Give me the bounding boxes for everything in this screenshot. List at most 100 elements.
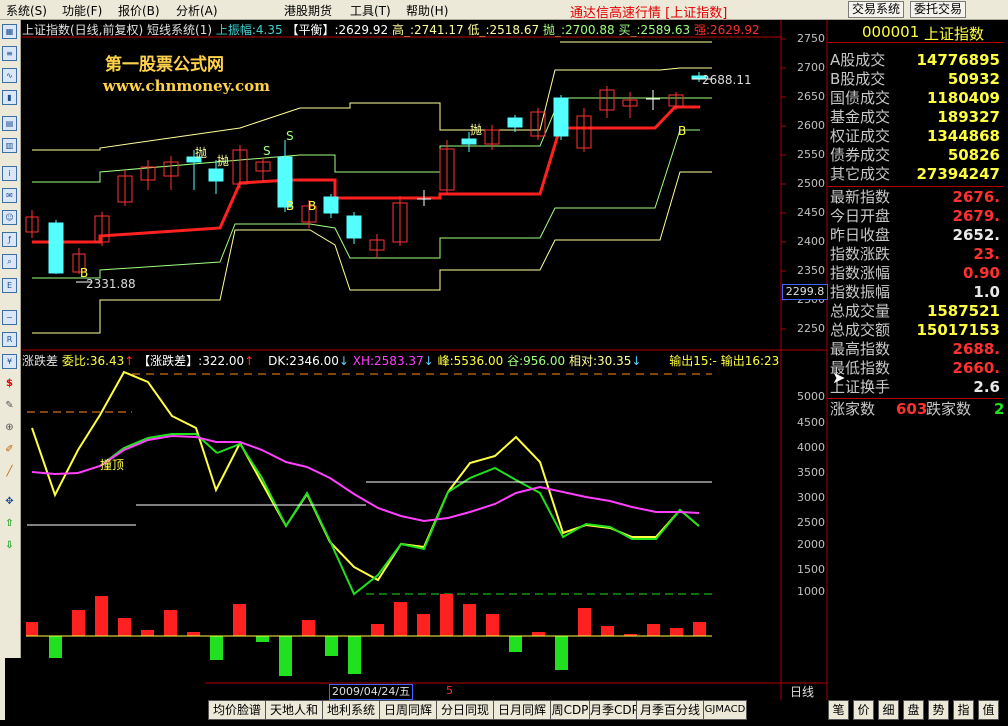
candle: [392, 196, 408, 246]
hist-bar: [141, 630, 154, 636]
grid-icon[interactable]: ▦: [2, 24, 17, 39]
candle: [163, 156, 179, 190]
volume-label: 权证成交: [830, 127, 891, 145]
volume-row: 权证成交 1344868: [828, 127, 1004, 146]
tab-avg-face[interactable]: 均价脸谱: [208, 700, 266, 720]
delegate-trade-button[interactable]: 委托交易: [910, 1, 967, 18]
index-row: 昨日收盘 2652.: [828, 226, 1004, 245]
menu-tools[interactable]: 工具(T): [350, 2, 391, 19]
chart-header: 上证指数(日线,前复权) 短线系统(1) 上振幅:4.35 【平衡】:2629.…: [22, 21, 760, 37]
line-chart-icon[interactable]: ∿: [2, 68, 17, 83]
menu-quote[interactable]: 报价(B): [118, 2, 160, 19]
etf-icon[interactable]: E: [2, 278, 17, 293]
balance-label: 【平衡】: [286, 23, 335, 37]
strong-mark: S: [263, 144, 271, 158]
wrench-icon[interactable]: ✎: [2, 398, 17, 413]
candle: [507, 115, 523, 132]
right-tab-value[interactable]: 值: [978, 700, 999, 720]
list-icon[interactable]: ≡: [2, 46, 17, 61]
zoom-icon[interactable]: ⊕: [2, 420, 17, 435]
index-row: 指数涨幅 0.90: [828, 264, 1004, 283]
index-row: 指数振幅 1.0: [828, 283, 1004, 302]
volume-label: 国债成交: [830, 89, 891, 107]
tab-rizhou[interactable]: 日周同辉: [379, 700, 437, 720]
index-label: 总成交额: [830, 321, 891, 339]
indicator-header: 涨跌差 委比:36.43↑ 【涨跌差】:322.00↑ DK:2346.00↓ …: [22, 354, 780, 368]
tab-zhou-cdp[interactable]: 周CDP: [550, 700, 590, 720]
indicator-tick: 3000: [797, 491, 825, 504]
right-tab-index[interactable]: 指: [953, 700, 974, 720]
sell-mark: 抛: [195, 146, 208, 160]
index-value: 0.90: [962, 264, 1000, 282]
tab-gjmacd[interactable]: GJMACD: [703, 700, 747, 720]
tab-yueji-pct[interactable]: 月季百分线: [636, 700, 704, 720]
arrow-down-icon[interactable]: ⇩: [2, 538, 17, 553]
index-row: 指数涨跌 23.: [828, 245, 1004, 264]
price-tick: 2350: [797, 264, 825, 277]
indicator-ratio: 委比:36.43: [61, 354, 125, 368]
info-icon[interactable]: i: [2, 166, 17, 181]
people-icon[interactable]: ☺: [2, 210, 17, 225]
panel-separator: [828, 398, 1004, 399]
index-row: 今日开盘 2679.: [828, 207, 1004, 226]
dollar-icon[interactable]: $: [2, 376, 17, 391]
right-tab-depth[interactable]: 盘: [903, 700, 924, 720]
indicator-diff-value: :322.00: [198, 354, 245, 368]
menu-help[interactable]: 帮助(H): [406, 2, 448, 19]
hist-bar: [578, 608, 591, 636]
candle-chart-icon[interactable]: ▮: [2, 90, 17, 105]
markers: [76, 78, 712, 283]
pencil-icon[interactable]: ✐: [2, 442, 17, 457]
indicator-annotation: 撞顶: [100, 458, 125, 472]
indicator-peak: 峰:5536.00: [437, 354, 504, 368]
trade-system-button[interactable]: 交易系统: [848, 1, 905, 18]
arrow-up-icon[interactable]: ⇧: [2, 516, 17, 531]
low-marker-label: 2331.88: [86, 277, 136, 291]
volume-label: A股成交: [830, 51, 886, 69]
tab-riyue[interactable]: 日月同辉: [493, 700, 551, 720]
index-label: 指数涨幅: [830, 264, 891, 282]
capital-icon[interactable]: ¥: [2, 354, 17, 369]
volume-value: 1180409: [926, 89, 1000, 107]
search-icon[interactable]: ⌕: [2, 254, 17, 269]
high-value: 高_:2741.17: [391, 23, 464, 37]
tab-dili[interactable]: 地利系统: [322, 700, 380, 720]
right-tab-detail[interactable]: 细: [878, 700, 899, 720]
rsi-icon[interactable]: R: [2, 332, 17, 347]
blank-region: [5, 658, 205, 720]
indicator-levels: [27, 373, 712, 595]
quote-panel: 000001 上证指数 A股成交 14776895 B股成交 50932 国债成交 1…: [828, 20, 1008, 700]
candle: [484, 125, 500, 150]
hist-bar: [624, 634, 637, 636]
volume-row: B股成交 50932: [828, 70, 1004, 89]
move-icon[interactable]: ✥: [2, 494, 17, 509]
candle: [48, 220, 64, 274]
period-label[interactable]: 日线: [790, 683, 814, 700]
hist-bar: [256, 636, 269, 642]
lower-band: [32, 171, 712, 334]
hist-bar: [325, 636, 338, 656]
candle: [668, 92, 684, 110]
tab-tiandi[interactable]: 天地人和: [265, 700, 323, 720]
right-tab-trend[interactable]: 势: [928, 700, 949, 720]
menu-hk-futures[interactable]: 港股期货: [284, 2, 332, 19]
date-cursor-label: 2009/04/24/五: [329, 684, 414, 700]
menu-analysis[interactable]: 分析(A): [176, 2, 218, 19]
menu-system[interactable]: 系统(S): [6, 2, 47, 19]
indicator-tick: 3500: [797, 466, 825, 479]
report-icon[interactable]: ▤: [2, 116, 17, 131]
slash-icon[interactable]: ╱: [2, 464, 17, 479]
right-tab-price[interactable]: 价: [853, 700, 874, 720]
wave-icon[interactable]: ~: [2, 310, 17, 325]
news-icon[interactable]: ✉: [2, 188, 17, 203]
tab-yueji-cdp[interactable]: 月季CDP: [589, 700, 639, 720]
candle: [369, 234, 385, 258]
table-icon[interactable]: ▥: [2, 138, 17, 153]
tab-fenri[interactable]: 分日同现: [436, 700, 494, 720]
formula-icon[interactable]: ƒ: [2, 232, 17, 247]
indicator-tick: 1500: [797, 563, 825, 576]
right-tab-trade[interactable]: 笔: [828, 700, 849, 720]
stock-name: 上证指数: [924, 25, 985, 43]
index-label: 最高指数: [830, 340, 891, 358]
menu-function[interactable]: 功能(F): [62, 2, 102, 19]
